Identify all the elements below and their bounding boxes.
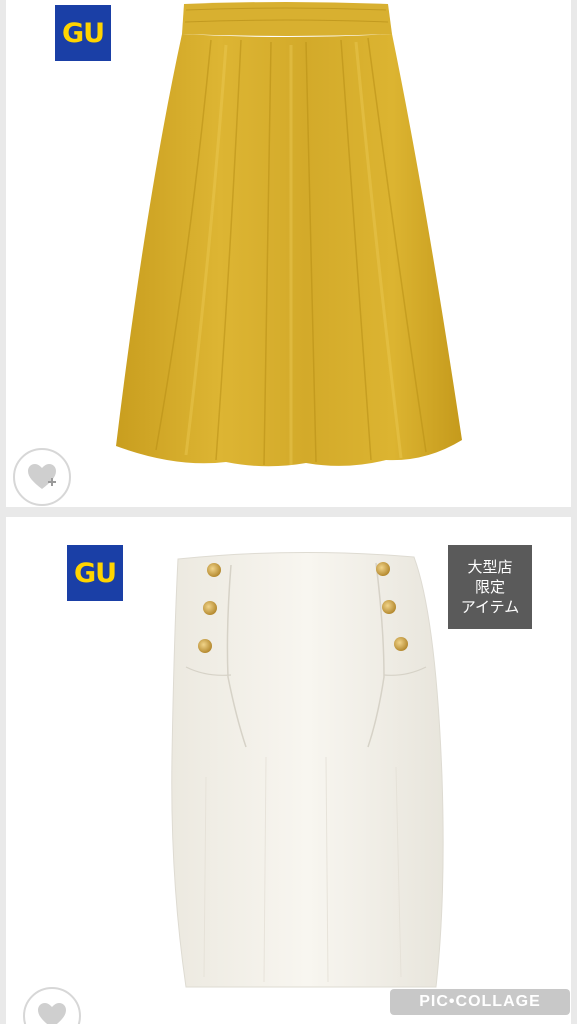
pic-collage-watermark: PIC•COLLAGE [390, 989, 570, 1015]
product-panel-white-skirt: GU 大型店 限定 アイテム [6, 517, 571, 1024]
heart-plus-icon [38, 1003, 66, 1024]
store-limited-badge: 大型店 限定 アイテム [448, 545, 532, 629]
favorite-button[interactable] [13, 448, 71, 506]
yellow-skirt-image [116, 2, 462, 467]
heart-plus-icon [28, 464, 56, 489]
product-panel-yellow-skirt: GU [6, 0, 571, 507]
